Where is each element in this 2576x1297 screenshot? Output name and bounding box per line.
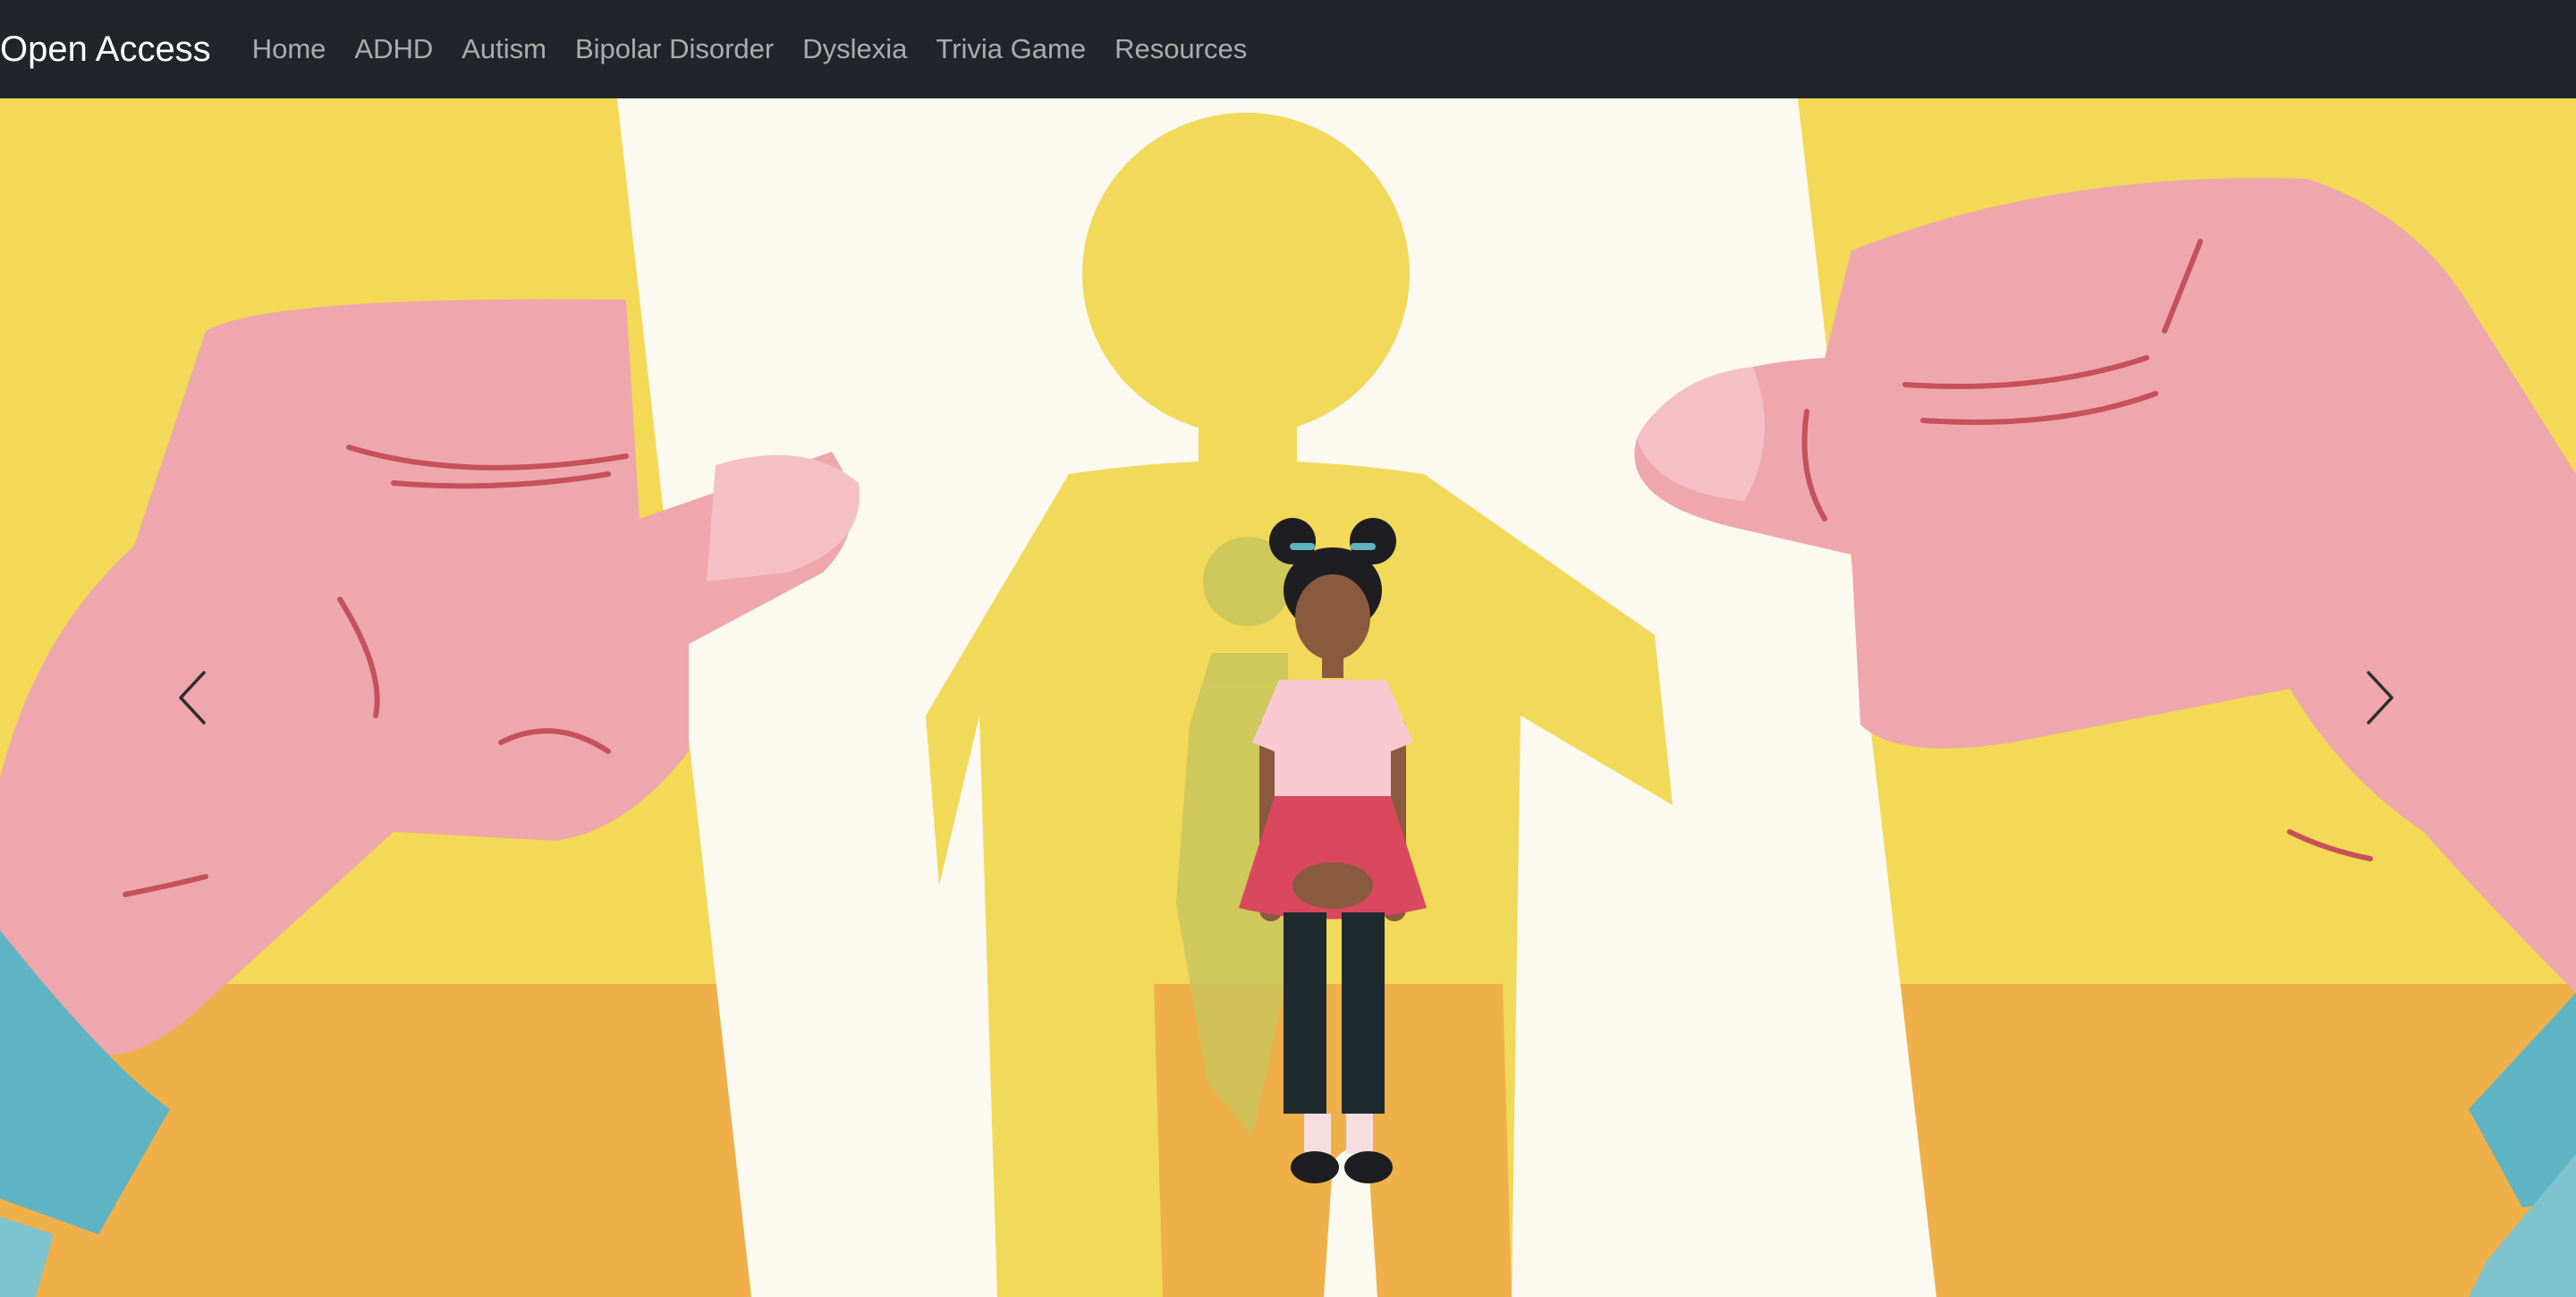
- nav-item-adhd[interactable]: ADHD: [340, 33, 447, 64]
- nav-menu: Home ADHD Autism Bipolar Disorder Dyslex…: [238, 33, 1262, 65]
- hero-carousel: [0, 98, 2576, 1297]
- nav-item-trivia-game[interactable]: Trivia Game: [921, 33, 1100, 64]
- carousel-prev-button[interactable]: [77, 98, 309, 1297]
- chevron-right-icon: [2367, 671, 2394, 725]
- chevron-left-icon: [179, 671, 206, 725]
- top-navbar: Open Access Home ADHD Autism Bipolar Dis…: [0, 0, 2576, 98]
- nav-item-resources[interactable]: Resources: [1100, 33, 1261, 64]
- nav-item-autism[interactable]: Autism: [447, 33, 561, 64]
- brand-link[interactable]: Open Access: [0, 30, 211, 70]
- nav-item-home[interactable]: Home: [238, 33, 341, 64]
- nav-item-bipolar-disorder[interactable]: Bipolar Disorder: [561, 33, 788, 64]
- carousel-next-button[interactable]: [2182, 98, 2576, 1297]
- nav-item-dyslexia[interactable]: Dyslexia: [788, 33, 921, 64]
